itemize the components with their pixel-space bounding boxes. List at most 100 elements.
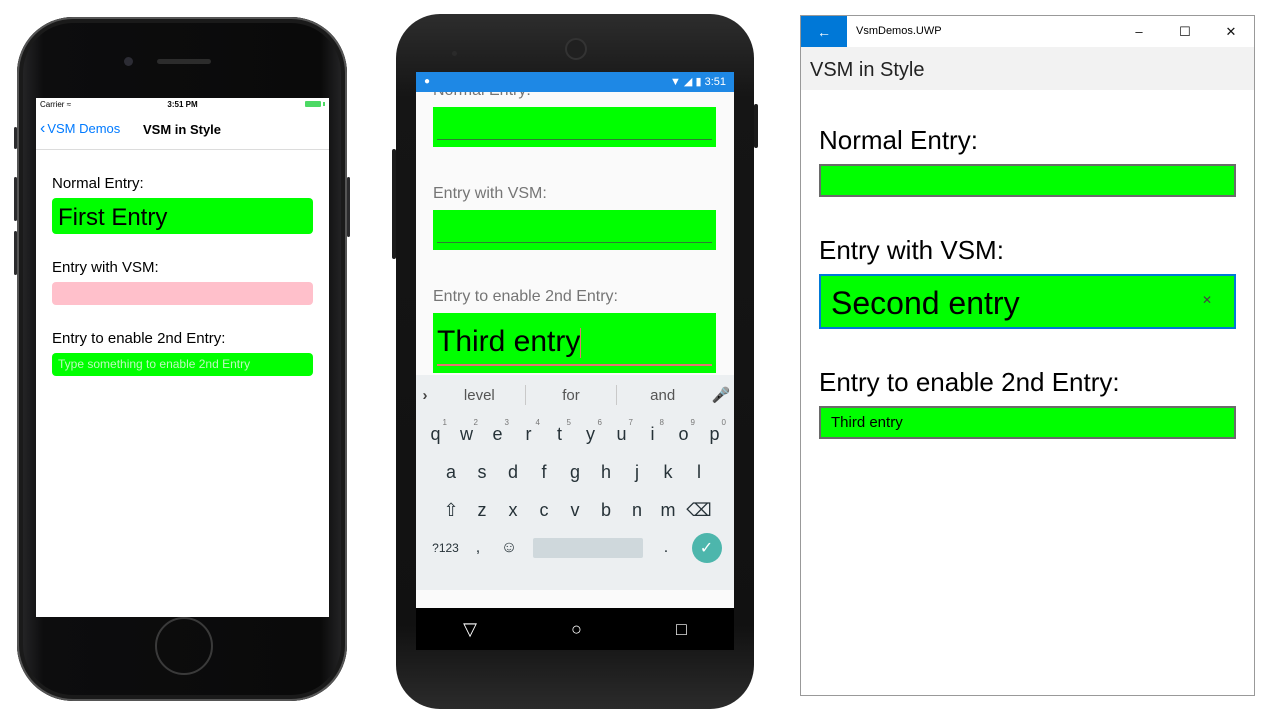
iphone-mute-switch [14, 127, 17, 149]
key-f[interactable]: f [529, 462, 560, 483]
battery-icon [305, 101, 321, 107]
android-content: Normal Entry: Entry with VSM: Entry to e… [416, 92, 734, 375]
entry-underline [437, 242, 712, 243]
vsm-entry-label: Entry with VSM: [433, 185, 547, 202]
key-b[interactable]: b [591, 500, 622, 521]
key-j[interactable]: j [622, 462, 653, 483]
chevron-left-icon: ‹ [40, 120, 46, 137]
android-device: ● ▼ ◢ ▮ 3:51 Normal Entry: Entry with VS… [392, 14, 758, 709]
iphone-power-button [347, 177, 350, 237]
vsm-entry-label: Entry with VSM: [52, 259, 159, 276]
normal-entry-label: Normal Entry: [52, 175, 144, 192]
android-status-bar: ● ▼ ◢ ▮ 3:51 [416, 72, 734, 92]
key-s[interactable]: s [467, 462, 498, 483]
comma-key[interactable]: , [463, 539, 494, 557]
ios-status-bar: Carrier ≈ 3:51 PM [36, 98, 329, 111]
key-w[interactable]: w2 [451, 418, 482, 445]
battery-icon: ▮ [695, 76, 702, 88]
normal-entry[interactable]: First Entry [52, 198, 313, 234]
backspace-icon[interactable]: ⌫ [684, 500, 715, 521]
emoji-icon[interactable]: ☺ [494, 539, 525, 557]
key-g[interactable]: g [560, 462, 591, 483]
key-c[interactable]: c [529, 500, 560, 521]
key-y[interactable]: y6 [575, 418, 606, 445]
chevron-right-icon[interactable]: › [416, 387, 434, 404]
text-cursor [580, 328, 582, 359]
normal-entry[interactable] [819, 164, 1236, 197]
space-bar[interactable] [532, 538, 643, 558]
enable-entry-label: Entry to enable 2nd Entry: [819, 367, 1120, 397]
vsm-entry[interactable] [52, 282, 313, 305]
normal-entry-label: Normal Entry: [819, 125, 978, 155]
checkmark-icon[interactable]: ✓ [691, 533, 722, 563]
iphone-volume-up [14, 177, 17, 221]
suggestion-item[interactable]: for [526, 387, 617, 404]
window-controls: – ☐ ✕ [1116, 16, 1254, 47]
ios-clock: 3:51 PM [167, 100, 198, 109]
key-d[interactable]: d [498, 462, 529, 483]
iphone-device: Carrier ≈ 3:51 PM ‹ VSM Demos VSM in Sty… [14, 17, 350, 701]
key-m[interactable]: m [653, 500, 684, 521]
keyboard-row-4: ?123 , ☺ . ✓ [416, 529, 734, 567]
enable-entry-label: Entry to enable 2nd Entry: [433, 288, 618, 305]
android-nav-bar: ▽ ○ □ [416, 608, 734, 650]
enable-entry-label: Entry to enable 2nd Entry: [52, 330, 226, 347]
minimize-icon[interactable]: – [1116, 16, 1162, 47]
key-i[interactable]: i8 [637, 418, 668, 445]
ios-back-button[interactable]: ‹ VSM Demos [40, 120, 121, 137]
vsm-entry-value: Second entry [831, 285, 1020, 321]
key-e[interactable]: e3 [482, 418, 513, 445]
page-title: VSM in Style [143, 122, 222, 137]
recents-square-icon[interactable]: □ [676, 619, 687, 640]
symbols-key[interactable]: ?123 [429, 541, 463, 555]
shift-icon[interactable]: ⇧ [436, 500, 467, 521]
maximize-icon[interactable]: ☐ [1162, 16, 1208, 47]
close-icon[interactable]: ✕ [1208, 16, 1254, 47]
key-u[interactable]: u7 [606, 418, 637, 445]
clear-icon[interactable]: ✕ [1202, 293, 1212, 307]
home-circle-icon[interactable]: ○ [571, 619, 582, 640]
key-p[interactable]: p0 [699, 418, 730, 445]
suggestion-item[interactable]: level [434, 387, 525, 404]
key-t[interactable]: t5 [544, 418, 575, 445]
key-x[interactable]: x [498, 500, 529, 521]
enable-entry[interactable]: Third entry [819, 406, 1236, 439]
key-n[interactable]: n [622, 500, 653, 521]
back-arrow-icon[interactable]: ← [801, 16, 847, 47]
key-a[interactable]: a [436, 462, 467, 483]
android-sensor [452, 51, 457, 56]
iphone-camera [124, 57, 133, 66]
key-r[interactable]: r4 [513, 418, 544, 445]
key-l[interactable]: l [684, 462, 715, 483]
enable-entry[interactable]: Type something to enable 2nd Entry [52, 353, 313, 376]
period-key[interactable]: . [651, 539, 682, 557]
keyboard-row-1: q1 w2 e3 r4 t5 y6 u7 i8 o9 p0 [416, 415, 734, 453]
key-k[interactable]: k [653, 462, 684, 483]
key-v[interactable]: v [560, 500, 591, 521]
key-o[interactable]: o9 [668, 418, 699, 445]
android-screen: ● ▼ ◢ ▮ 3:51 Normal Entry: Entry with VS… [416, 72, 734, 650]
back-label: VSM Demos [47, 121, 121, 136]
enable-entry[interactable]: Third entry [433, 313, 716, 373]
vsm-entry[interactable] [433, 210, 716, 250]
uwp-window: ← VsmDemos.UWP – ☐ ✕ VSM in Style Normal… [800, 15, 1255, 696]
android-debug-icon: ● [424, 76, 431, 87]
key-h[interactable]: h [591, 462, 622, 483]
vsm-entry[interactable]: Second entry ✕ [819, 274, 1236, 329]
iphone-home-button[interactable] [155, 617, 213, 675]
entry-underline [437, 364, 712, 366]
app-name: VsmDemos.UWP [856, 25, 942, 37]
suggestion-item[interactable]: and [617, 387, 708, 404]
key-q[interactable]: q1 [420, 418, 451, 445]
battery-tip-icon [323, 102, 325, 106]
microphone-icon[interactable]: 🎤 [708, 386, 734, 404]
back-triangle-icon[interactable]: ▽ [463, 619, 477, 640]
page-title: VSM in Style [801, 47, 1254, 90]
android-camera [565, 38, 587, 60]
iphone-screen: Carrier ≈ 3:51 PM ‹ VSM Demos VSM in Sty… [36, 98, 329, 617]
key-z[interactable]: z [467, 500, 498, 521]
normal-entry[interactable] [433, 107, 716, 147]
enable-entry-value: Third entry [437, 325, 582, 359]
signal-icon: ◢ [683, 76, 693, 88]
ios-content: Normal Entry: First Entry Entry with VSM… [36, 175, 329, 376]
